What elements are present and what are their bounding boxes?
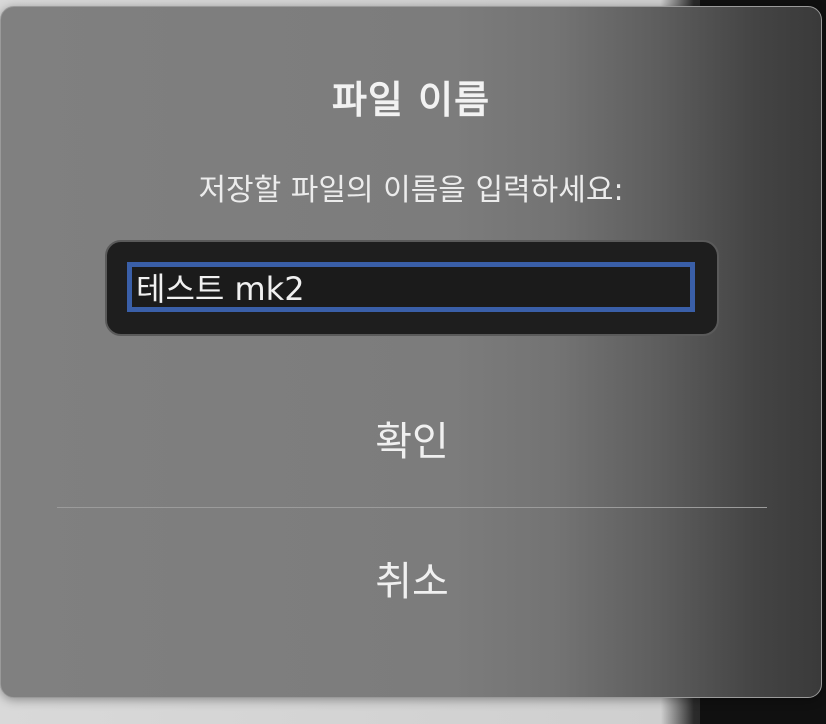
- cancel-button[interactable]: 취소: [57, 549, 767, 607]
- filename-input[interactable]: [127, 262, 695, 312]
- ok-button[interactable]: 확인: [57, 409, 767, 467]
- button-separator: [57, 507, 767, 508]
- dialog-title: 파일 이름: [331, 78, 491, 122]
- filename-dialog: 파일 이름 저장할 파일의 이름을 입력하세요: 확인 취소: [0, 6, 822, 698]
- dialog-message: 저장할 파일의 이름을 입력하세요:: [198, 173, 624, 208]
- filename-field-frame: [105, 240, 719, 336]
